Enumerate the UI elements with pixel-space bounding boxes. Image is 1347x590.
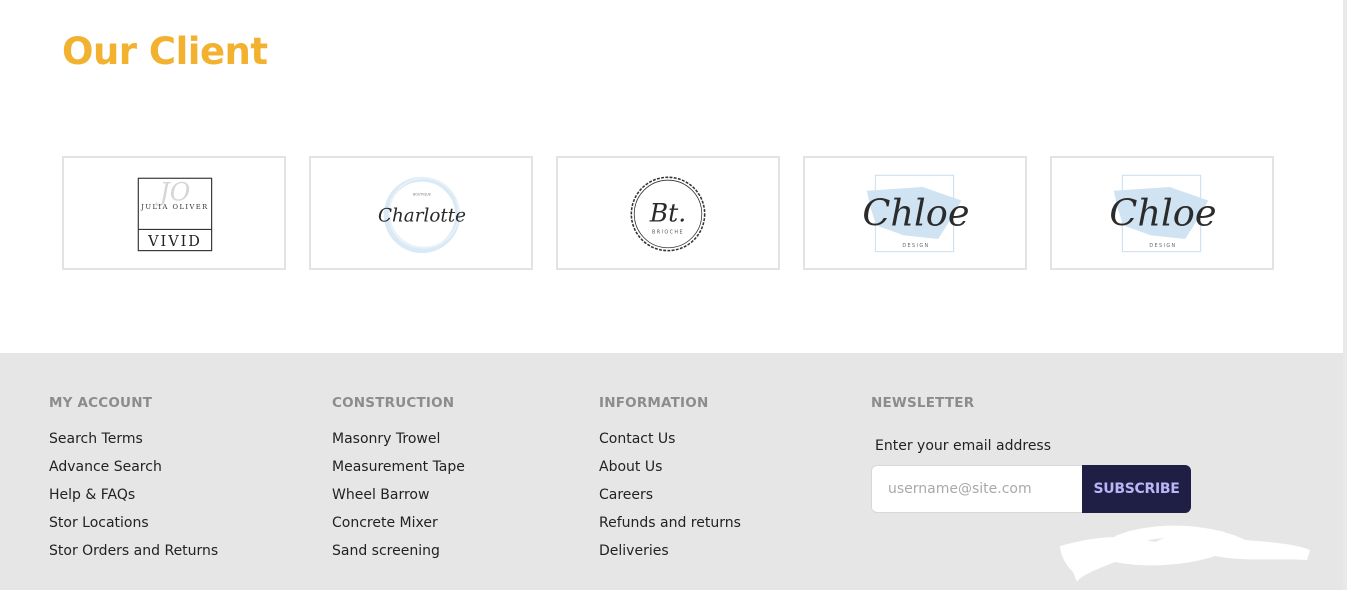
footer-link[interactable]: About Us: [599, 457, 741, 485]
footer-link[interactable]: Sand screening: [332, 541, 465, 569]
footer-links-construction: Masonry Trowel Measurement Tape Wheel Ba…: [332, 429, 465, 569]
newsletter-email-input[interactable]: [871, 465, 1083, 513]
footer-link[interactable]: Careers: [599, 485, 741, 513]
footer-link[interactable]: Stor Locations: [49, 513, 218, 541]
logo-small-text: DESIGN: [902, 243, 929, 249]
footer-link[interactable]: Refunds and returns: [599, 513, 741, 541]
page-scrollbar: [1343, 0, 1347, 590]
subscribe-button[interactable]: SUBSCRIBE: [1082, 465, 1191, 513]
charlotte-logo: BOUTIQUE Charlotte: [378, 176, 466, 254]
footer-link[interactable]: Masonry Trowel: [332, 429, 465, 457]
logo-monogram: Bt.: [649, 199, 686, 228]
footer-heading-newsletter: NEWSLETTER: [871, 395, 975, 411]
logo-script-text: Chloe: [1109, 192, 1216, 235]
brioche-logo: Bt. BRIOCHE: [630, 176, 706, 252]
footer-link[interactable]: Stor Orders and Returns: [49, 541, 218, 569]
client-logo-julia-oliver-vivid[interactable]: JO JULIA OLIVER VIVID: [62, 156, 286, 270]
logo-small-text: BRIOCHE: [652, 229, 684, 235]
footer-link[interactable]: Help & FAQs: [49, 485, 218, 513]
footer: MY ACCOUNT Search Terms Advance Search H…: [0, 353, 1343, 590]
logo-small-text: BOUTIQUE: [413, 193, 431, 197]
footer-heading-information: INFORMATION: [599, 395, 709, 411]
footer-link[interactable]: Concrete Mixer: [332, 513, 465, 541]
logo-script-text: Chloe: [862, 192, 969, 235]
footer-link[interactable]: Search Terms: [49, 429, 218, 457]
footer-link[interactable]: Deliveries: [599, 541, 741, 569]
footer-link[interactable]: Measurement Tape: [332, 457, 465, 485]
logo-small-text: DESIGN: [1149, 243, 1176, 249]
chloe-logo: Chloe DESIGN: [862, 174, 970, 253]
footer-links-information: Contact Us About Us Careers Refunds and …: [599, 429, 741, 569]
section-title: Our Client: [62, 30, 268, 73]
logo-bottom-text: VIVID: [147, 234, 202, 250]
footer-heading-construction: CONSTRUCTION: [332, 395, 455, 411]
logo-monogram: JO: [155, 177, 191, 206]
redaction-scribble: [1060, 525, 1310, 582]
vivid-logo: JO JULIA OLIVER VIVID: [137, 177, 213, 252]
chloe-logo: Chloe DESIGN: [1109, 174, 1217, 253]
client-logo-brioche[interactable]: Bt. BRIOCHE: [556, 156, 780, 270]
logo-script-text: Charlotte: [378, 206, 466, 227]
footer-heading-my-account: MY ACCOUNT: [49, 395, 153, 411]
client-logo-chloe-1[interactable]: Chloe DESIGN: [803, 156, 1027, 270]
footer-link[interactable]: Contact Us: [599, 429, 741, 457]
logo-top-text: JULIA OLIVER: [140, 203, 209, 211]
footer-link[interactable]: Wheel Barrow: [332, 485, 465, 513]
newsletter-label: Enter your email address: [875, 438, 1052, 454]
client-section: Our Client JO JULIA OLIVER VIVID BOUTIQU…: [0, 0, 1343, 353]
client-logo-chloe-2[interactable]: Chloe DESIGN: [1050, 156, 1274, 270]
client-logo-charlotte[interactable]: BOUTIQUE Charlotte: [309, 156, 533, 270]
footer-links-my-account: Search Terms Advance Search Help & FAQs …: [49, 429, 218, 569]
footer-link[interactable]: Advance Search: [49, 457, 218, 485]
